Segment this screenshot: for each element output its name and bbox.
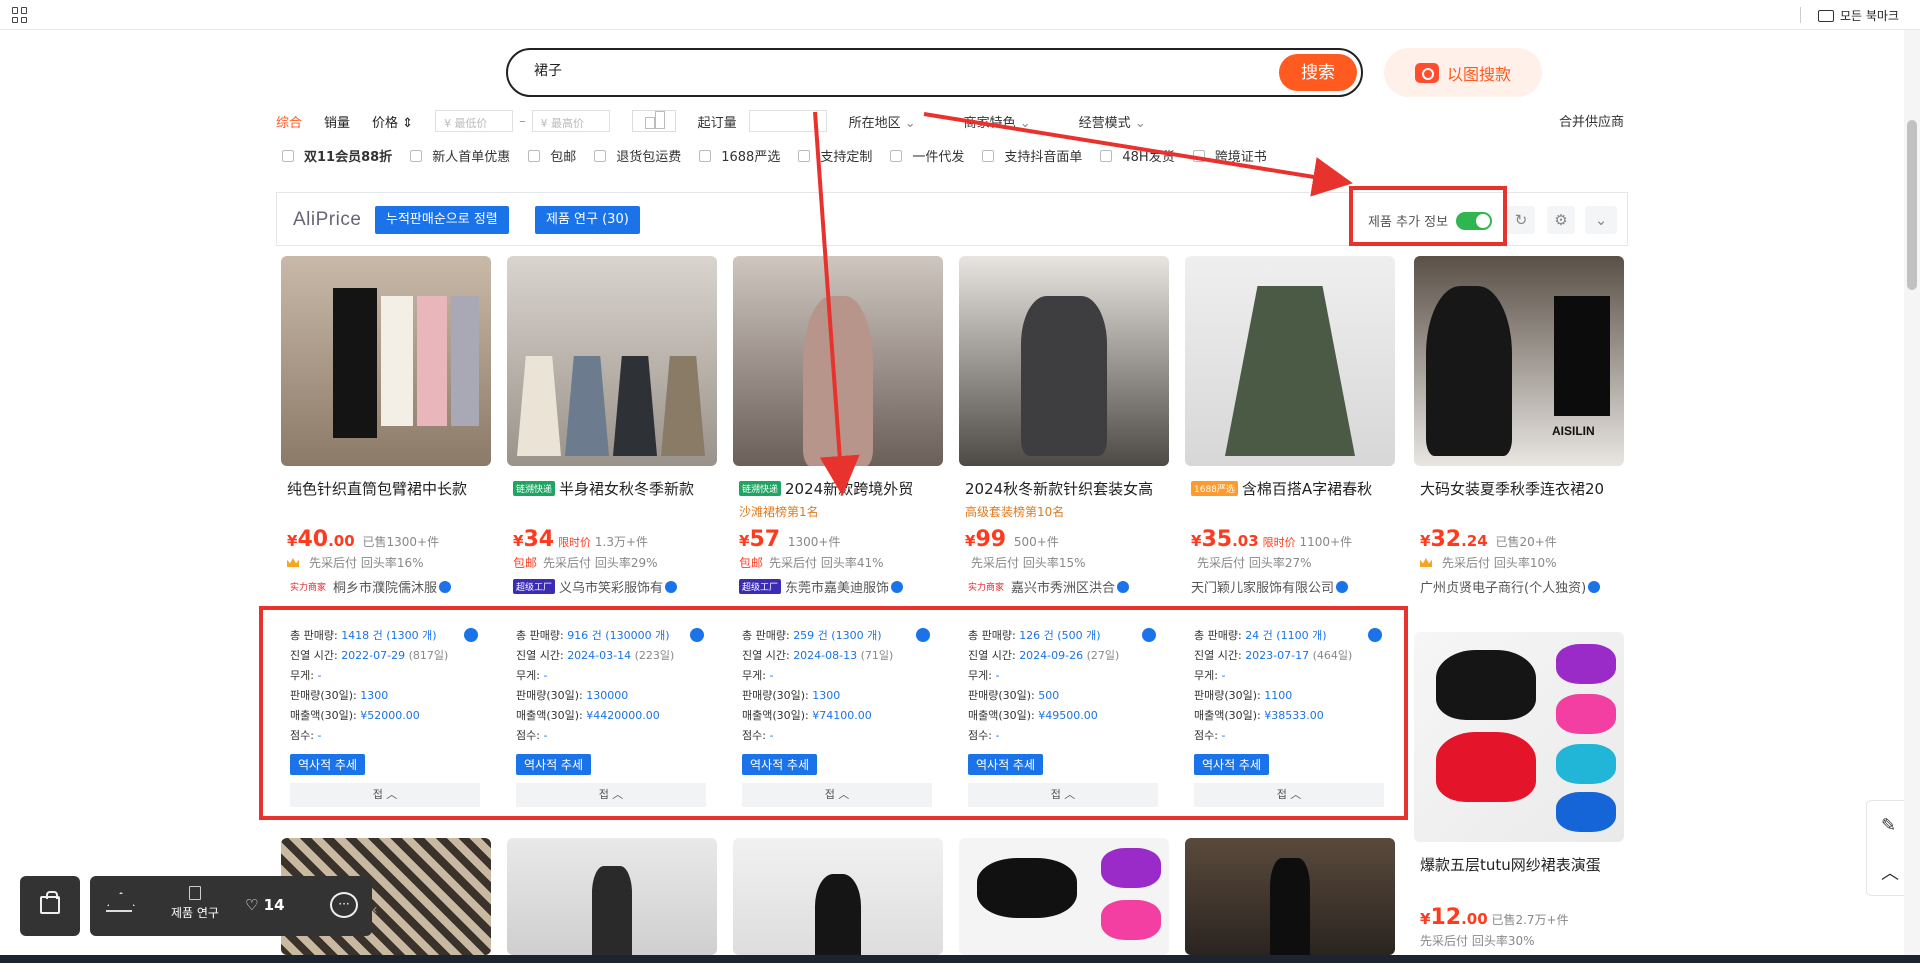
annotation-arrow — [813, 111, 860, 496]
annotation-arrows — [813, 111, 1353, 496]
annotation-arrow — [923, 112, 1353, 197]
taskbar-strip — [0, 955, 1920, 963]
